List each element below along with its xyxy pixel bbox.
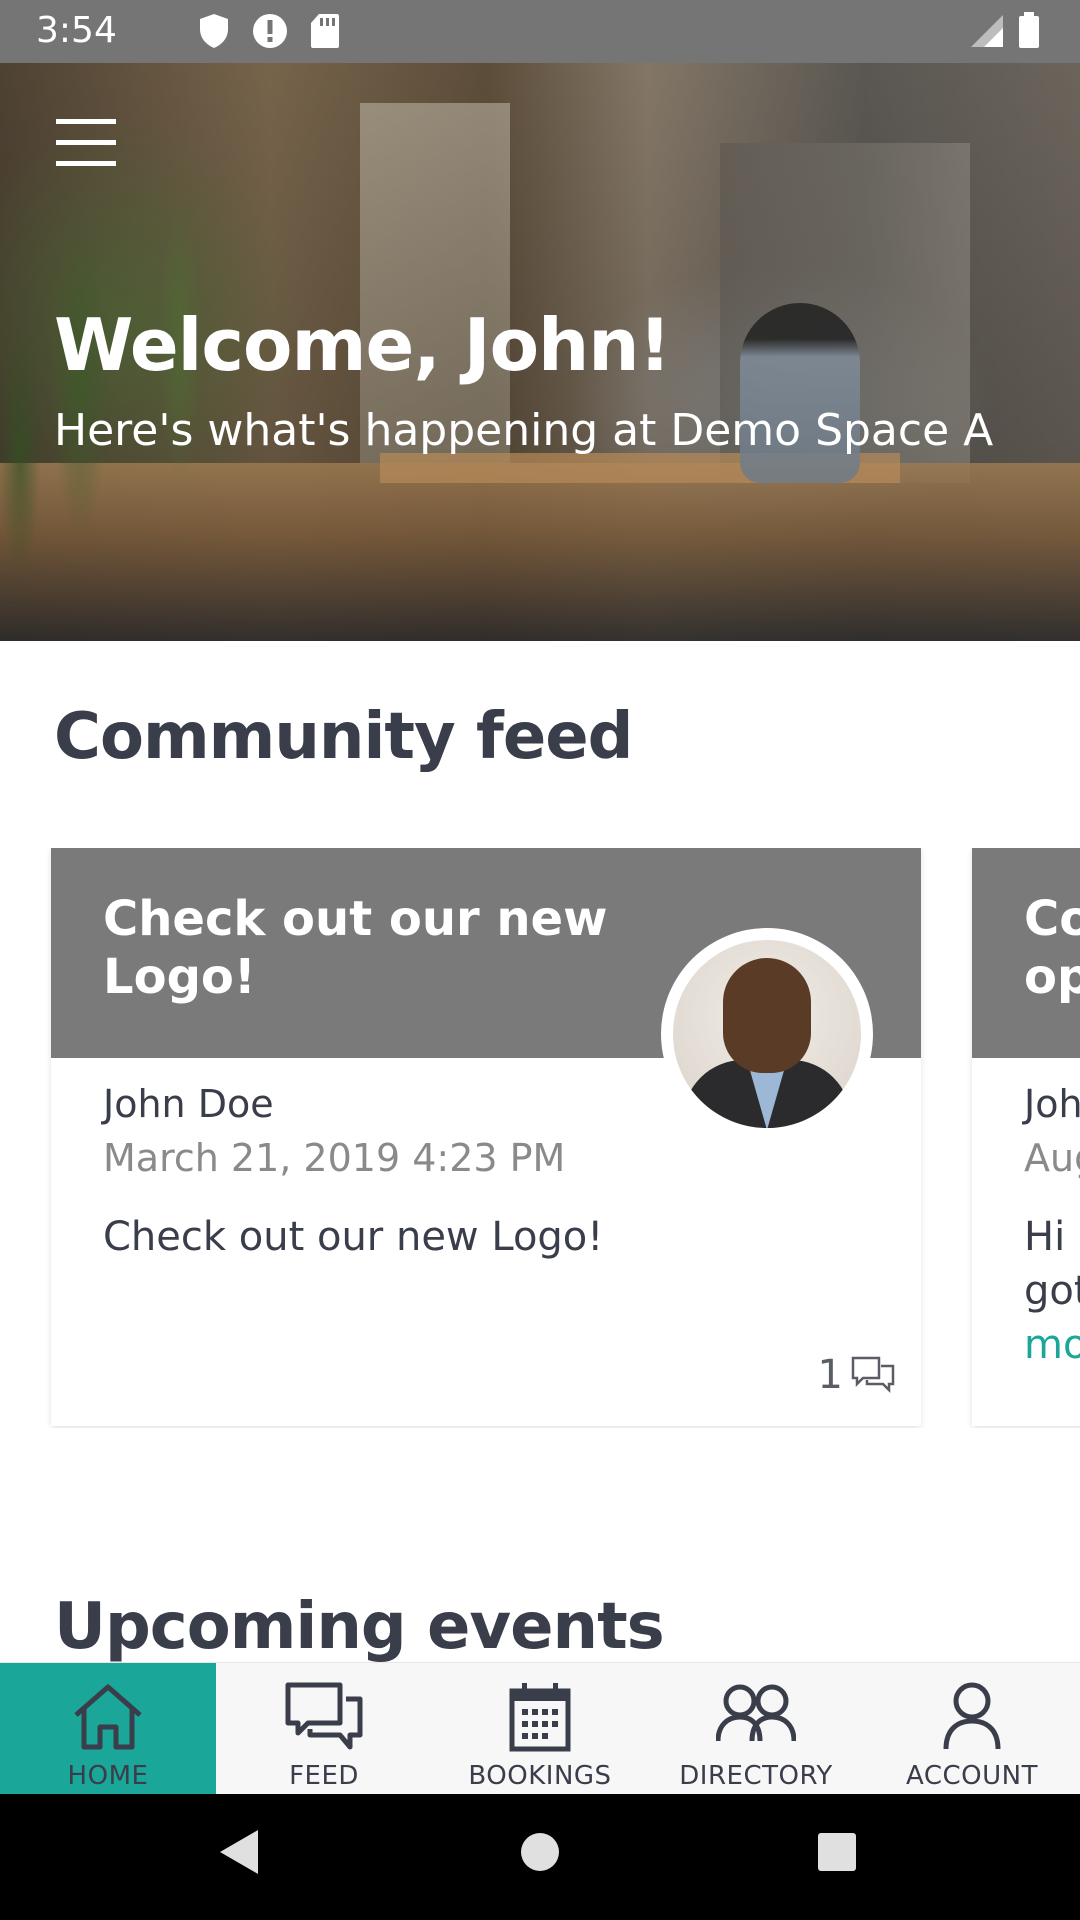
status-time: 3:54: [36, 10, 117, 51]
community-feed-carousel[interactable]: Check out our new Logo! John Doe March 2…: [0, 848, 1080, 1428]
nav-account-label: ACCOUNT: [906, 1761, 1038, 1791]
status-bar: 3:54: [0, 0, 1080, 63]
person-icon: [943, 1682, 1001, 1750]
comment-icon: [851, 1356, 895, 1394]
avatar[interactable]: [661, 928, 873, 1140]
hero-background-person: [740, 303, 860, 483]
feed-card-body-text: Hi got: [1024, 1214, 1080, 1314]
welcome-subtitle: Here's what's happening at Demo Space A: [54, 405, 994, 456]
nav-account[interactable]: ACCOUNT: [864, 1663, 1080, 1795]
nav-feed-label: FEED: [289, 1761, 359, 1791]
feed-card-date: Aug: [1024, 1136, 1080, 1180]
comment-count[interactable]: 1: [818, 1352, 895, 1398]
hero-banner: Welcome, John! Here's what's happening a…: [0, 63, 1080, 641]
feed-card[interactable]: Check out our new Logo! John Doe March 2…: [51, 848, 921, 1426]
nav-home[interactable]: HOME: [0, 1663, 216, 1795]
system-navigation-bar: [0, 1794, 1080, 1920]
read-more-link[interactable]: mo: [1024, 1318, 1080, 1372]
nav-feed[interactable]: FEED: [216, 1663, 432, 1795]
feed-card-author: Joh: [1024, 1082, 1080, 1126]
chat-icon: [285, 1682, 363, 1750]
feed-card[interactable]: Co op Joh Aug Hi got mo: [972, 848, 1080, 1426]
feed-card-body: Check out our new Logo!: [103, 1214, 604, 1260]
signal-icon: [971, 15, 1003, 47]
status-icons-left: [198, 13, 340, 49]
hamburger-menu-icon[interactable]: [56, 119, 118, 167]
sd-card-icon: [311, 14, 339, 48]
home-icon: [74, 1684, 142, 1750]
welcome-title: Welcome, John!: [54, 303, 671, 387]
nav-directory[interactable]: DIRECTORY: [648, 1663, 864, 1795]
comment-count-value: 1: [817, 1352, 843, 1398]
shield-icon: [200, 14, 228, 48]
feed-card-date: March 21, 2019 4:23 PM: [103, 1136, 566, 1180]
back-icon[interactable]: [218, 1828, 260, 1876]
calendar-icon: [509, 1683, 571, 1752]
upcoming-events-heading: Upcoming events: [54, 1590, 665, 1664]
alert-icon: [253, 14, 287, 48]
nav-bookings[interactable]: BOOKINGS: [432, 1663, 648, 1795]
feed-card-body: Hi got mo: [1024, 1210, 1080, 1372]
status-icons-right: [970, 12, 1040, 48]
feed-card-title: Co op: [1024, 891, 1080, 1005]
feed-card-title: Check out our new Logo!: [103, 891, 608, 1005]
nav-home-label: HOME: [67, 1761, 149, 1791]
community-feed-heading: Community feed: [54, 700, 633, 774]
people-icon: [716, 1684, 796, 1742]
feed-card-author: John Doe: [103, 1082, 274, 1126]
nav-bookings-label: BOOKINGS: [468, 1761, 612, 1791]
home-circle-icon[interactable]: [520, 1828, 560, 1876]
bottom-navigation: HOME FEED BOOKINGS DIRECTORY ACCOUNT: [0, 1662, 1080, 1795]
feed-card-header: Co op: [972, 848, 1080, 1058]
battery-icon: [1019, 12, 1039, 48]
nav-directory-label: DIRECTORY: [679, 1761, 833, 1791]
recents-icon[interactable]: [816, 1828, 858, 1876]
avatar-photo: [673, 940, 861, 1128]
